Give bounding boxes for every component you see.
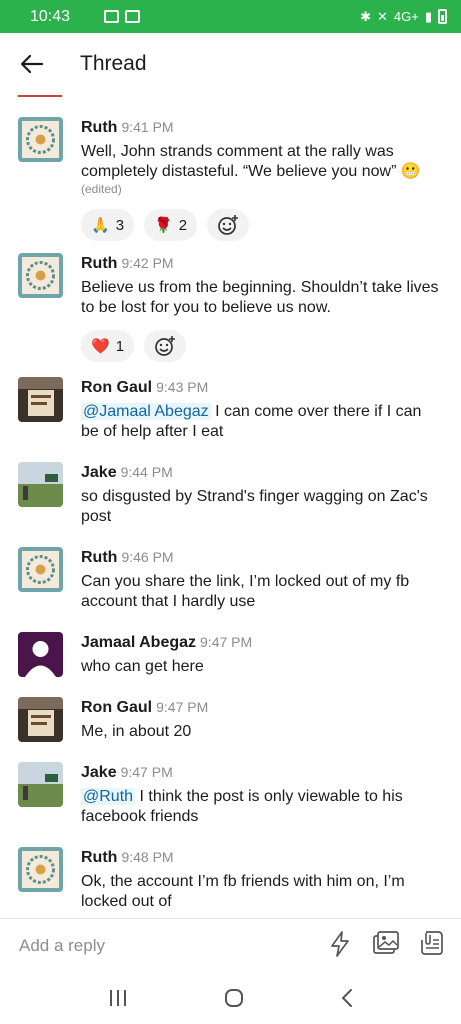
reactions: 🙏 3 🌹 2: [81, 209, 441, 241]
heart-emoji-icon: ❤️: [91, 338, 110, 355]
timestamp: 9:46 PM: [121, 549, 174, 565]
timestamp: 9:47 PM: [200, 634, 253, 650]
timestamp: 9:41 PM: [121, 119, 174, 135]
nav-back-icon[interactable]: [340, 988, 354, 1008]
gallery-notification-icon: [104, 10, 120, 23]
edited-label: (edited): [81, 182, 122, 196]
message-list[interactable]: Ruth 9:41 PM Well, John strands comment a…: [0, 95, 461, 918]
timestamp: 9:44 PM: [120, 464, 173, 480]
status-bar: 10:43 ✱ ✕ 4G+ ▮: [0, 0, 461, 33]
sender-name[interactable]: Ron Gaul: [81, 699, 152, 716]
home-icon[interactable]: [223, 987, 245, 1009]
add-reaction-button[interactable]: [207, 209, 250, 241]
photo-avatar-icon: [18, 697, 63, 742]
add-reaction-button[interactable]: [144, 330, 187, 362]
reply-composer[interactable]: Add a reply: [0, 918, 461, 972]
avatar[interactable]: [18, 847, 63, 892]
quilt-avatar-icon: [18, 117, 63, 162]
avatar[interactable]: [18, 547, 63, 592]
message-text: so disgusted by Strand's finger wagging …: [81, 488, 428, 525]
sender-name[interactable]: Ruth: [81, 849, 117, 866]
message-text: @Ruth I think the post is only viewable …: [81, 787, 441, 827]
reactions: ❤️ 1: [81, 330, 441, 362]
message-text: Believe us from the beginning. Shouldn’t…: [81, 279, 439, 316]
quilt-avatar-icon: [18, 253, 63, 298]
default-user-avatar-icon: [18, 632, 63, 677]
avatar[interactable]: [18, 632, 63, 677]
mute-icon: ✕: [377, 8, 388, 24]
reply-input[interactable]: Add a reply: [19, 936, 105, 956]
page-title: Thread: [80, 52, 147, 75]
sender-name[interactable]: Ruth: [81, 549, 117, 566]
timestamp: 9:47 PM: [120, 764, 173, 780]
sender-name[interactable]: Ruth: [81, 255, 117, 272]
avatar[interactable]: [18, 253, 63, 298]
network-type: 4G+: [393, 9, 419, 24]
sender-name[interactable]: Ruth: [81, 119, 117, 136]
reaction-count: 1: [115, 337, 125, 355]
user-mention[interactable]: @Ruth: [81, 788, 136, 805]
photo-avatar-icon: [18, 462, 63, 507]
quilt-avatar-icon: [18, 547, 63, 592]
sender-name[interactable]: Jamaal Abegaz: [81, 634, 196, 651]
status-time: 10:43: [30, 7, 71, 25]
file-attach-icon[interactable]: [421, 931, 443, 955]
reaction-rose[interactable]: 🌹 2: [144, 209, 198, 241]
add-emoji-icon: [218, 215, 239, 235]
timestamp: 9:47 PM: [156, 699, 209, 715]
reaction-count: 3: [115, 216, 125, 234]
avatar[interactable]: [18, 462, 63, 507]
add-emoji-icon: [155, 336, 176, 356]
sender-name[interactable]: Ron Gaul: [81, 379, 152, 396]
image-attach-icon[interactable]: [373, 931, 399, 955]
battery-icon: [438, 9, 447, 24]
recent-apps-icon[interactable]: [108, 989, 128, 1007]
bluetooth-icon: ✱: [360, 8, 371, 24]
back-button[interactable]: [2, 55, 62, 73]
timestamp: 9:43 PM: [156, 379, 209, 395]
message-text: who can get here: [81, 658, 204, 675]
avatar[interactable]: [18, 377, 63, 422]
message-text: @Jamaal Abegaz I can come over there if …: [81, 402, 441, 442]
message-text: Ok, the account I’m fb friends with him …: [81, 873, 405, 910]
reaction-count: 2: [178, 216, 188, 234]
avatar[interactable]: [18, 762, 63, 807]
message-notification-icon: [125, 10, 141, 23]
sender-name[interactable]: Jake: [81, 764, 117, 781]
signal-icon: ▮: [424, 8, 432, 24]
message-text: Can you share the link, I’m locked out o…: [81, 573, 410, 610]
reaction-pray[interactable]: 🙏 3: [81, 209, 135, 241]
timestamp: 9:48 PM: [121, 849, 174, 865]
avatar: [18, 95, 62, 97]
photo-avatar-icon: [18, 762, 63, 807]
user-mention[interactable]: @Jamaal Abegaz: [81, 403, 211, 420]
photo-avatar-icon: [18, 377, 63, 422]
avatar[interactable]: [18, 117, 63, 162]
rose-emoji-icon: 🌹: [154, 217, 173, 234]
system-nav-bar: [0, 972, 461, 1024]
back-arrow-icon: [21, 55, 43, 73]
shortcut-lightning-icon[interactable]: [329, 931, 351, 957]
sender-name[interactable]: Jake: [81, 464, 117, 481]
avatar[interactable]: [18, 697, 63, 742]
thread-header: Thread: [0, 33, 461, 95]
message-text: Me, in about 20: [81, 723, 192, 740]
reaction-heart[interactable]: ❤️ 1: [81, 330, 135, 362]
message-text: Well, John strands comment at the rally …: [81, 143, 421, 180]
pray-emoji-icon: 🙏: [91, 217, 110, 234]
quilt-avatar-icon: [18, 847, 63, 892]
timestamp: 9:42 PM: [121, 255, 174, 271]
